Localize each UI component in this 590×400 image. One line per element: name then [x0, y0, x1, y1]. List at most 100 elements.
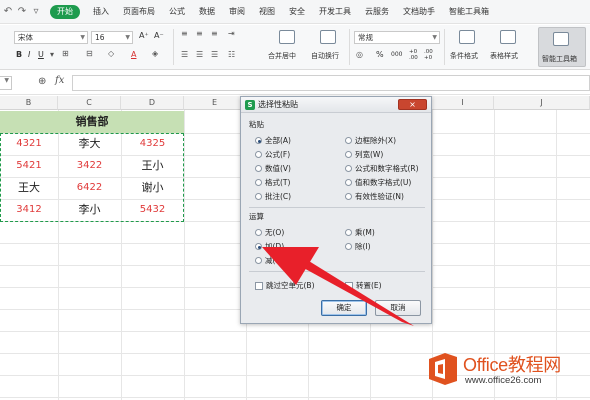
shrink-font-button[interactable]: A⁻ — [154, 31, 164, 40]
align-center-icon[interactable]: ☰ — [196, 50, 203, 59]
checkbox-skip-blanks[interactable]: 跳过空单元(B) — [255, 280, 315, 291]
radio-paste-values-number-formats[interactable]: 值和数字格式(U) — [345, 177, 411, 188]
option-label: 全部(A) — [265, 136, 291, 145]
table-style-button[interactable]: 表格样式 — [490, 51, 518, 61]
checkbox-transpose[interactable]: 转置(E) — [345, 280, 382, 291]
column-header-i[interactable]: I — [432, 96, 494, 110]
tab-cloud[interactable]: 云服务 — [365, 6, 389, 17]
radio-op-divide[interactable]: 除(I) — [345, 241, 371, 252]
radio-paste-formats[interactable]: 格式(T) — [255, 177, 290, 188]
align-middle-icon[interactable]: ≡ — [196, 29, 203, 38]
align-right-icon[interactable]: ☰ — [211, 50, 218, 59]
name-box[interactable]: ▼ — [0, 76, 12, 90]
tab-data[interactable]: 数据 — [199, 6, 215, 17]
radio-paste-column-widths[interactable]: 列宽(W) — [345, 149, 383, 160]
wrap-text-button[interactable]: 自动换行 — [311, 51, 339, 61]
tab-security[interactable]: 安全 — [289, 6, 305, 17]
decrease-decimal-button[interactable]: .00 +0 — [424, 49, 436, 61]
watermark-brand: Office教程网 — [463, 355, 561, 375]
smart-toolbox-button[interactable]: 智能工具箱 — [538, 27, 586, 67]
ok-button[interactable]: 确定 — [321, 300, 367, 316]
radio-indicator — [345, 137, 352, 144]
tab-view[interactable]: 视图 — [259, 6, 275, 17]
merge-center-icon[interactable] — [279, 30, 295, 44]
radio-paste-formulas-number-formats[interactable]: 公式和数字格式(R) — [345, 163, 419, 174]
percent-button[interactable]: % — [376, 50, 384, 59]
thousands-button[interactable]: 000 — [391, 51, 402, 58]
radio-op-add[interactable]: 加(D) — [255, 241, 284, 252]
table-style-icon[interactable] — [500, 30, 516, 44]
radio-indicator — [255, 243, 262, 250]
wrap-text-icon[interactable] — [320, 30, 336, 44]
tab-smart-toolbox[interactable]: 智能工具箱 — [449, 6, 489, 17]
tab-review[interactable]: 审阅 — [229, 6, 245, 17]
radio-indicator — [345, 193, 352, 200]
operation-section-label: 运算 — [249, 212, 264, 221]
separator — [349, 29, 350, 65]
tab-formulas[interactable]: 公式 — [169, 6, 185, 17]
indent-icon[interactable]: ⇥ — [228, 29, 235, 38]
function-icon[interactable]: fx — [55, 75, 64, 86]
tab-insert[interactable]: 插入 — [93, 6, 109, 17]
undo-icon[interactable]: ↶ — [2, 5, 14, 19]
bold-button[interactable]: B — [16, 50, 22, 59]
align-bottom-icon[interactable]: ≡ — [211, 29, 218, 38]
option-label: 除(I) — [355, 242, 371, 251]
merge-center-button[interactable]: 合并居中 — [268, 51, 296, 61]
font-color-button[interactable]: A — [131, 50, 136, 59]
column-header-j[interactable]: J — [494, 96, 590, 110]
grow-font-button[interactable]: A⁺ — [139, 31, 149, 40]
cancel-button[interactable]: 取消 — [375, 300, 421, 316]
radio-paste-no-borders[interactable]: 边框除外(X) — [345, 135, 396, 146]
font-name-select[interactable]: 宋体 ▼ — [14, 31, 88, 44]
chevron-down-icon[interactable]: ▾ — [50, 50, 54, 59]
menu-bar: ↶ ↷ ▿ 开始 插入 页面布局 公式 数据 审阅 视图 安全 开发工具 云服务… — [0, 0, 590, 24]
radio-paste-validation[interactable]: 有效性验证(N) — [345, 191, 404, 202]
radio-op-none[interactable]: 无(O) — [255, 227, 284, 238]
align-left-icon[interactable]: ☰ — [181, 50, 188, 59]
radio-paste-formulas[interactable]: 公式(F) — [255, 149, 290, 160]
cell-style-icon[interactable]: ⊟ — [86, 49, 93, 58]
conditional-format-button[interactable]: 条件格式 — [450, 51, 478, 61]
column-header-e[interactable]: E — [184, 96, 246, 110]
clear-format-icon[interactable]: ◈ — [152, 49, 158, 58]
radio-paste-values[interactable]: 数值(V) — [255, 163, 291, 174]
redo-icon[interactable]: ↷ — [16, 5, 28, 19]
radio-paste-comments[interactable]: 批注(C) — [255, 191, 291, 202]
column-header-d[interactable]: D — [121, 96, 184, 110]
section-divider — [249, 271, 425, 272]
currency-icon[interactable]: ◎ — [356, 50, 363, 59]
radio-paste-all[interactable]: 全部(A) — [255, 135, 291, 146]
align-top-icon[interactable]: ≡ — [181, 29, 188, 38]
increase-decimal-button[interactable]: +0 .00 — [409, 49, 421, 61]
merged-header-cell[interactable]: 销售部 — [0, 111, 184, 133]
tab-doc-assistant[interactable]: 文档助手 — [403, 6, 435, 17]
tab-developer[interactable]: 开发工具 — [319, 6, 351, 17]
option-label: 边框除外(X) — [355, 136, 396, 145]
zoom-icon[interactable]: ⊕ — [38, 76, 46, 87]
underline-button[interactable]: U — [38, 50, 44, 59]
option-label: 数值(V) — [265, 164, 291, 173]
wps-logo-icon: S — [245, 100, 255, 110]
tab-page-layout[interactable]: 页面布局 — [123, 6, 155, 17]
border-icon[interactable]: ⊞ — [62, 49, 69, 58]
more-icon[interactable]: ▿ — [30, 5, 42, 19]
radio-op-multiply[interactable]: 乘(M) — [345, 227, 375, 238]
option-label: 乘(M) — [355, 228, 375, 237]
column-header-b[interactable]: B — [0, 96, 58, 110]
font-size-select[interactable]: 16 ▼ — [91, 31, 133, 44]
tab-start[interactable]: 开始 — [50, 4, 80, 19]
conditional-format-icon[interactable] — [459, 30, 475, 44]
close-button[interactable]: × — [398, 99, 427, 110]
radio-op-subtract[interactable]: 减(S) — [255, 255, 283, 266]
fill-color-icon[interactable]: ◇ — [108, 49, 114, 58]
distribute-icon[interactable]: ☷ — [228, 50, 235, 59]
dialog-titlebar[interactable]: S 选择性粘贴 × — [241, 97, 431, 113]
formula-input[interactable] — [72, 75, 590, 91]
number-format-value: 常规 — [358, 33, 373, 42]
column-header-c[interactable]: C — [58, 96, 121, 110]
number-format-select[interactable]: 常规 ▼ — [354, 31, 440, 44]
chevron-down-icon: ▼ — [125, 34, 130, 41]
font-size-value: 16 — [95, 33, 105, 42]
italic-button[interactable]: I — [28, 50, 30, 59]
